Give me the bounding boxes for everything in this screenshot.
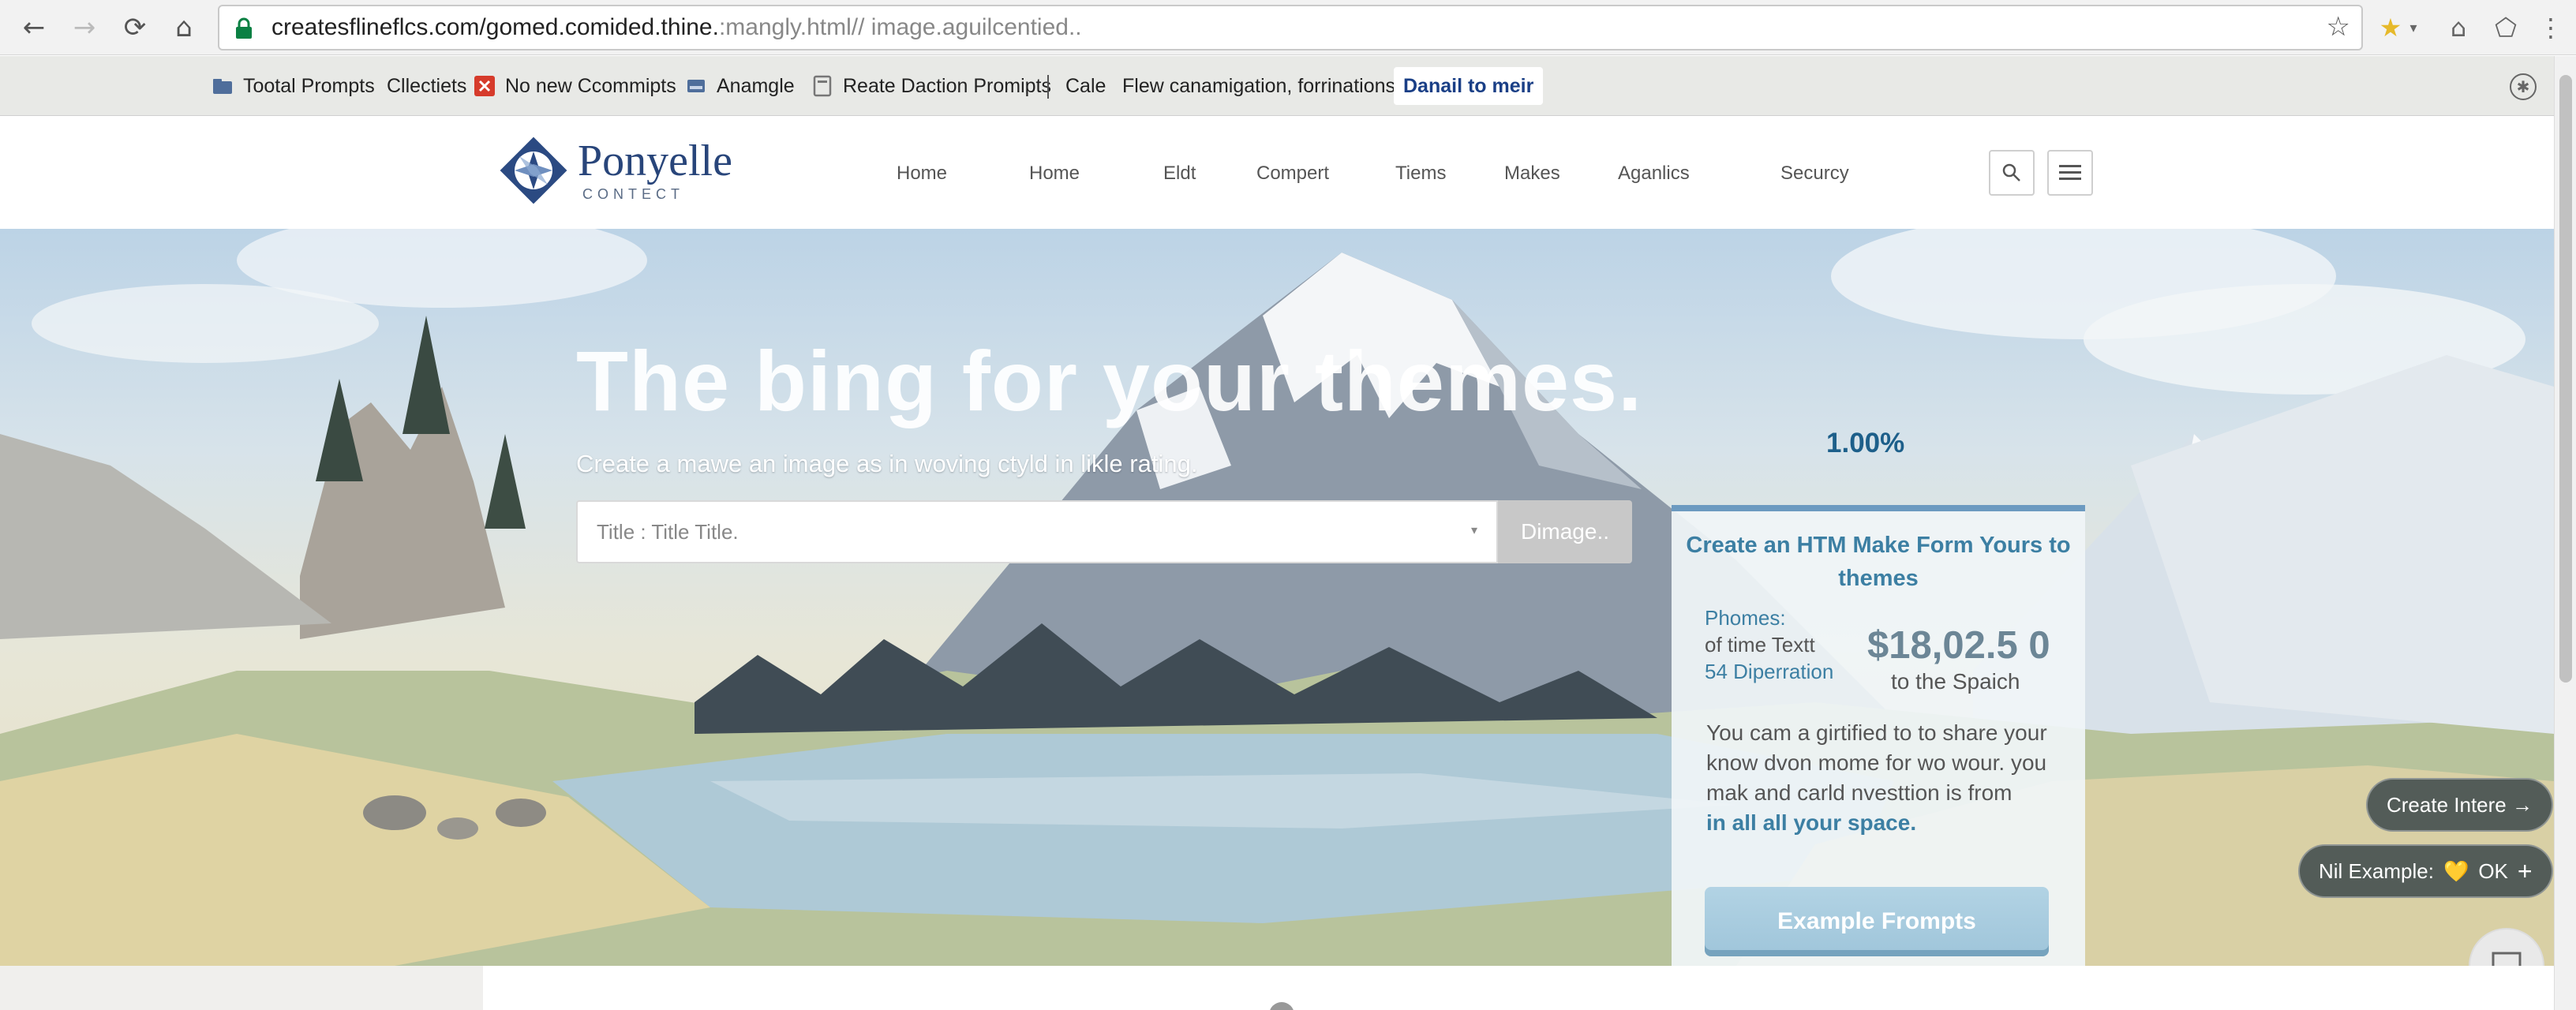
create-intere-button[interactable]: Create Intere → — [2366, 778, 2553, 832]
browser-toolbar: ← → ⟳ ⌂ createsflineflcs.com/gomed.comid… — [0, 0, 2576, 55]
bookmark-reate-daction-prompts[interactable]: Reate Daction Promipts — [811, 67, 1051, 105]
bookmark-label: Reate Daction Promipts — [843, 75, 1052, 97]
reload-button[interactable]: ⟳ — [115, 8, 155, 47]
search-button[interactable] — [1989, 150, 2035, 196]
hero-subtitle: Create a mawe an image as in woving ctyl… — [576, 450, 1198, 477]
card-price-subtitle: to the Spaich — [1891, 669, 2020, 694]
nav-eldt[interactable]: Eldt — [1163, 163, 1196, 185]
bookmark-flew-canamigation[interactable]: Flew canamigation, forrinations — [1122, 67, 1395, 105]
left-panel — [0, 966, 483, 1010]
card-body-text: You cam a girtified to to share your kno… — [1706, 720, 2047, 805]
create-intere-label: Create Intere → — [2387, 792, 2533, 817]
forward-button[interactable]: → — [65, 8, 104, 47]
carousel-dot[interactable] — [1269, 1002, 1294, 1010]
ok-label: OK — [2478, 858, 2508, 883]
dropdown-caret-icon[interactable]: ▾ — [1471, 522, 1477, 538]
dimage-button[interactable]: Dimage.. — [1498, 500, 1632, 563]
nav-compert[interactable]: Compert — [1256, 163, 1329, 185]
card-depreciation-label: 54 Diperration — [1705, 660, 1834, 683]
url-text[interactable]: createsflineflcs.com/gomed.comided.thine… — [271, 6, 1082, 49]
nav-makes[interactable]: Makes — [1504, 163, 1560, 185]
hero-banner: The bing for your themes. Create a mawe … — [0, 229, 2554, 966]
extension-pentagon-icon[interactable]: ⬠ — [2486, 8, 2525, 47]
bookmark-label: Anamgle — [717, 75, 795, 97]
address-bar[interactable]: createsflineflcs.com/gomed.comided.thine… — [218, 5, 2363, 50]
bookmark-label: Cale — [1065, 75, 1106, 97]
bookmark-cale[interactable]: Cale — [1065, 67, 1106, 105]
card-body-emphasis: in all all your space. — [1706, 810, 1917, 835]
nav-tiems[interactable]: Tiems — [1395, 163, 1446, 185]
back-arrow-icon: ← — [22, 12, 46, 43]
bookmark-label: Cllectiets — [387, 75, 467, 97]
menu-button[interactable] — [2047, 150, 2093, 196]
heart-icon: 💛 — [2443, 858, 2469, 883]
card-phones-label: Phomes: — [1705, 606, 1786, 630]
accessibility-icon[interactable]: ✱ — [2510, 73, 2537, 100]
reload-icon: ⟳ — [123, 12, 147, 43]
card-price: $18,02.5 0 — [1867, 624, 2050, 667]
folder-icon — [213, 79, 232, 94]
bookmark-tootal-prompts[interactable]: Tootal Prompts — [212, 67, 375, 105]
extension-dropdown-icon[interactable]: ▾ — [2406, 8, 2421, 47]
drive-icon — [687, 80, 705, 92]
lock-icon — [236, 17, 252, 39]
bookmark-label: Flew canamigation, forrinations — [1122, 75, 1395, 97]
card-title: Create an HTM Make Form Yours to themes — [1686, 533, 2071, 591]
bookmark-separator — [1047, 75, 1049, 99]
hamburger-icon — [2059, 165, 2081, 180]
bookmarks-bar: Tootal Prompts Cllectiets No new Ccommip… — [0, 56, 2576, 116]
card-text-label: of time Textt — [1705, 633, 1815, 656]
nav-aganlics[interactable]: Aganlics — [1618, 163, 1690, 185]
nav-securcy[interactable]: Securcy — [1780, 163, 1849, 185]
browser-menu-icon[interactable]: ⋮ — [2535, 8, 2567, 47]
scrollbar-thumb[interactable] — [2559, 75, 2572, 683]
content-strip — [0, 966, 2554, 1010]
url-path: :mangly.html// image.aguilcentied.. — [718, 14, 1082, 40]
percent-indicator: 1.00% — [1826, 428, 1905, 458]
nil-example-label: Nil Example: — [2319, 858, 2434, 883]
bookmark-danail-to-meir[interactable]: Danail to meir — [1394, 67, 1544, 105]
back-button[interactable]: ← — [14, 8, 54, 47]
bookmark-cllectiets[interactable]: Cllectiets — [387, 67, 466, 105]
search-icon — [2002, 163, 2020, 181]
bookmark-anamgle[interactable]: Anamgle — [685, 67, 795, 105]
logo-tagline: CONTECT — [582, 186, 684, 202]
close-box-icon — [474, 76, 495, 96]
bookmark-no-new-commits[interactable]: No new Ccommipts — [474, 67, 676, 105]
plus-icon: + — [2517, 856, 2533, 885]
logo-compass-icon[interactable] — [496, 133, 571, 208]
card-body: You cam a girtified to to share your kno… — [1706, 718, 2069, 838]
bookmark-star-icon[interactable]: ☆ — [2327, 11, 2350, 43]
page-icon — [813, 75, 832, 97]
starred-extension-icon[interactable]: ★ — [2371, 8, 2410, 47]
nav-home-2[interactable]: Home — [1029, 163, 1080, 185]
title-search-input[interactable] — [576, 500, 1498, 563]
promo-card: Create an HTM Make Form Yours to themes … — [1672, 505, 2085, 966]
url-host: createsflineflcs.com/gomed.comided.thine… — [271, 14, 719, 40]
logo-name[interactable]: Ponyelle — [578, 136, 732, 186]
bookmark-label: No new Ccommipts — [505, 75, 676, 97]
nil-example-button[interactable]: Nil Example: 💛 OK + — [2298, 844, 2553, 898]
forward-arrow-icon: → — [73, 12, 96, 43]
example-prompts-button[interactable]: Example Frompts — [1705, 887, 2049, 956]
bookmark-label: Tootal Prompts — [243, 75, 375, 97]
home-button[interactable]: ⌂ — [164, 8, 204, 47]
hero-title: The bing for your themes. — [576, 333, 1643, 428]
home-icon: ⌂ — [175, 12, 193, 43]
bookmark-label: Danail to meir — [1403, 75, 1534, 97]
nav-home[interactable]: Home — [897, 163, 947, 185]
site-header: Ponyelle CONTECT Home Home Eldt Compert … — [0, 117, 2554, 229]
extension-house-icon[interactable]: ⌂ — [2439, 8, 2478, 47]
page-scrollbar[interactable] — [2554, 56, 2576, 1010]
